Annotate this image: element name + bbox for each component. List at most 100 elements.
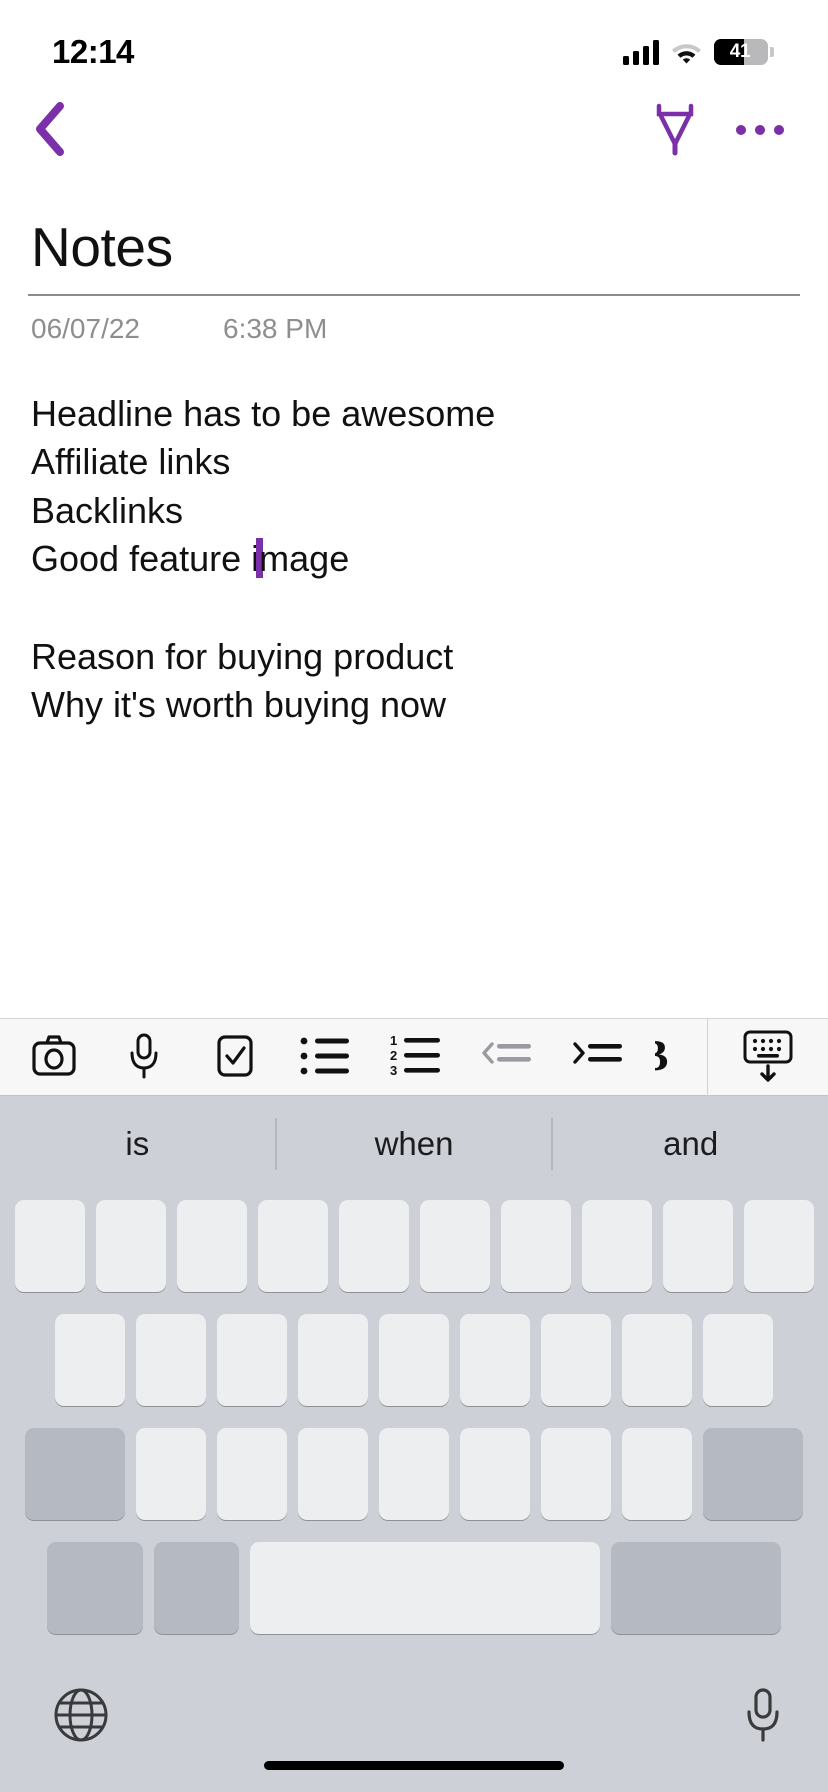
note-title[interactable]: Notes xyxy=(31,217,800,278)
more-options-icon xyxy=(732,111,788,149)
key[interactable] xyxy=(257,1200,328,1292)
key[interactable] xyxy=(662,1200,733,1292)
microphone-button[interactable] xyxy=(112,1025,176,1089)
highlighter-button[interactable] xyxy=(652,100,698,161)
note-line-with-caret[interactable]: Good feature image xyxy=(31,535,800,584)
highlighter-pen-icon xyxy=(652,100,698,161)
keyboard-row-1 xyxy=(6,1200,822,1292)
key[interactable] xyxy=(379,1314,449,1406)
note-line[interactable]: Affiliate links xyxy=(31,438,800,487)
suggestion-item[interactable]: is xyxy=(0,1096,275,1192)
title-divider xyxy=(28,293,800,296)
keyboard-bottom-bar xyxy=(0,1664,828,1792)
hide-keyboard-container xyxy=(708,1019,828,1095)
suggestion-bar: is when and xyxy=(0,1096,828,1192)
battery-icon: 41 xyxy=(714,39,768,65)
key[interactable] xyxy=(622,1428,692,1520)
hide-keyboard-button[interactable] xyxy=(739,1028,797,1087)
key[interactable] xyxy=(500,1200,571,1292)
key[interactable] xyxy=(55,1314,125,1406)
indent-button[interactable] xyxy=(565,1025,629,1089)
key[interactable] xyxy=(460,1314,530,1406)
key[interactable] xyxy=(136,1314,206,1406)
microphone-icon xyxy=(742,1688,784,1747)
status-indicators: 41 xyxy=(623,39,774,65)
checklist-button[interactable] xyxy=(203,1025,267,1089)
svg-text:1: 1 xyxy=(390,1034,397,1048)
nav-left-group xyxy=(18,99,80,161)
key-rows xyxy=(0,1200,828,1634)
bold-icon: B xyxy=(655,1031,677,1082)
key[interactable] xyxy=(338,1200,409,1292)
more-options-button[interactable] xyxy=(732,111,788,149)
key[interactable] xyxy=(95,1200,166,1292)
home-indicator xyxy=(264,1761,564,1770)
numbers-key[interactable] xyxy=(47,1542,143,1634)
key[interactable] xyxy=(541,1314,611,1406)
key[interactable] xyxy=(298,1314,368,1406)
key[interactable] xyxy=(743,1200,814,1292)
note-content-area[interactable]: Notes 06/07/22 6:38 PM Headline has to b… xyxy=(0,170,828,900)
back-button[interactable] xyxy=(18,99,80,161)
key[interactable] xyxy=(14,1200,85,1292)
wifi-icon xyxy=(671,40,702,64)
emoji-key[interactable] xyxy=(154,1542,239,1634)
note-caret-text-after: mage xyxy=(259,538,350,580)
hide-keyboard-icon xyxy=(739,1028,797,1087)
virtual-keyboard: is when and xyxy=(0,1096,828,1792)
bullet-list-icon xyxy=(299,1035,351,1080)
key[interactable] xyxy=(460,1428,530,1520)
shift-key[interactable] xyxy=(25,1428,125,1520)
navigation-bar xyxy=(0,90,828,170)
battery-nub xyxy=(770,47,774,57)
backspace-key[interactable] xyxy=(703,1428,803,1520)
key[interactable] xyxy=(217,1314,287,1406)
camera-icon xyxy=(30,1034,78,1081)
suggestion-item[interactable]: and xyxy=(553,1096,828,1192)
key[interactable] xyxy=(581,1200,652,1292)
status-bar: 12:14 41 xyxy=(0,0,828,90)
voice-input-button[interactable] xyxy=(742,1686,784,1747)
microphone-icon xyxy=(126,1032,162,1083)
indent-icon xyxy=(570,1038,624,1077)
svg-text:2: 2 xyxy=(390,1048,397,1063)
bold-button[interactable]: B xyxy=(655,1025,681,1089)
note-line[interactable]: Headline has to be awesome xyxy=(31,390,800,439)
bullet-list-button[interactable] xyxy=(293,1025,357,1089)
numbered-list-icon: 1 2 3 xyxy=(388,1033,444,1081)
outdent-icon xyxy=(479,1038,533,1077)
note-date: 06/07/22 xyxy=(31,312,140,344)
suggestion-item[interactable]: when xyxy=(277,1096,552,1192)
checkbox-icon xyxy=(213,1032,257,1083)
note-caret-text-before: Good feature i xyxy=(31,538,260,580)
key[interactable] xyxy=(541,1428,611,1520)
note-line[interactable]: Why it's worth buying now xyxy=(31,681,800,730)
nav-right-group xyxy=(652,100,788,161)
keyboard-row-4 xyxy=(6,1542,822,1634)
note-body[interactable]: Headline has to be awesome Affiliate lin… xyxy=(31,390,800,731)
key[interactable] xyxy=(703,1314,773,1406)
format-toolbar-scroll[interactable]: 1 2 3 xyxy=(0,1019,707,1095)
note-blank-line[interactable] xyxy=(31,584,800,633)
status-time: 12:14 xyxy=(52,33,134,70)
svg-text:3: 3 xyxy=(390,1063,397,1078)
key[interactable] xyxy=(217,1428,287,1520)
outdent-button[interactable] xyxy=(474,1025,538,1089)
cellular-signal-icon xyxy=(623,39,659,65)
key[interactable] xyxy=(622,1314,692,1406)
note-line[interactable]: Reason for buying product xyxy=(31,633,800,682)
numbered-list-button[interactable]: 1 2 3 xyxy=(384,1025,448,1089)
space-key[interactable] xyxy=(250,1542,600,1634)
note-line[interactable]: Backlinks xyxy=(31,487,800,536)
camera-button[interactable] xyxy=(22,1025,86,1089)
key[interactable] xyxy=(298,1428,368,1520)
return-key[interactable] xyxy=(611,1542,781,1634)
battery-indicator: 41 xyxy=(714,39,774,65)
key[interactable] xyxy=(136,1428,206,1520)
globe-button[interactable] xyxy=(52,1686,110,1747)
key[interactable] xyxy=(379,1428,449,1520)
back-chevron-icon xyxy=(32,101,66,160)
key[interactable] xyxy=(419,1200,490,1292)
globe-icon xyxy=(52,1688,110,1747)
key[interactable] xyxy=(176,1200,247,1292)
